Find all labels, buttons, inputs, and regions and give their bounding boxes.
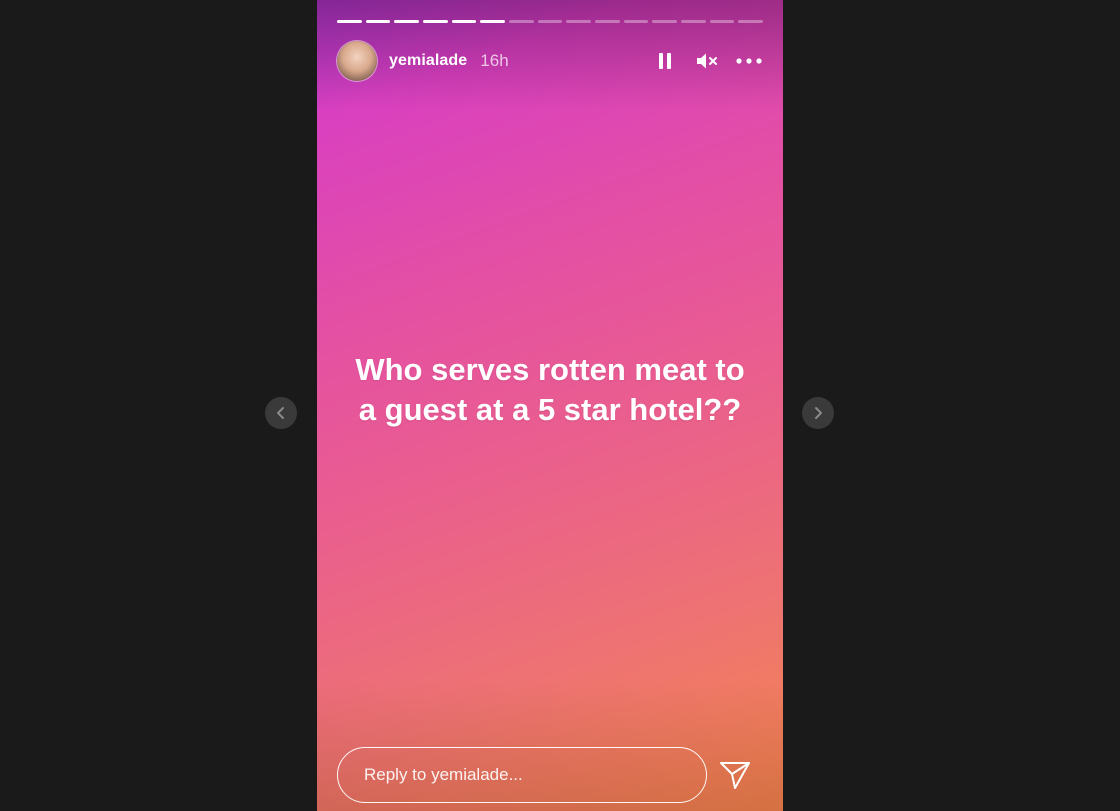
story-progress-segment	[595, 20, 620, 23]
story-progress-segment	[365, 20, 391, 23]
next-story-button[interactable]	[802, 397, 834, 429]
story-progress-segment	[566, 20, 592, 23]
reply-bar	[337, 745, 763, 805]
story-text: Who serves rotten meat to a guest at a 5…	[355, 352, 745, 427]
story-progress-segment	[480, 20, 506, 23]
reply-input[interactable]	[337, 747, 707, 803]
story-controls	[651, 47, 763, 75]
username[interactable]: yemialade	[389, 52, 467, 70]
story-progress-segment	[709, 20, 735, 23]
story-progress-segment	[623, 20, 649, 23]
story-progress-segment	[738, 20, 764, 23]
pause-icon	[659, 53, 671, 69]
previous-story-button[interactable]	[265, 397, 297, 429]
more-options-button[interactable]	[735, 47, 763, 75]
story-progress-segment	[537, 20, 563, 23]
more-options-icon	[736, 58, 762, 64]
chevron-right-icon	[815, 407, 822, 419]
story-progress-segment	[652, 20, 678, 23]
send-icon	[720, 762, 750, 789]
send-button[interactable]	[717, 757, 753, 793]
story-progress-bar	[337, 20, 764, 23]
story-progress-segment	[681, 20, 706, 23]
chevron-left-icon	[277, 407, 284, 419]
mute-icon	[697, 53, 717, 69]
story-frame[interactable]: yemialade 16h Who serves rotten meat to …	[317, 0, 783, 811]
story-header: yemialade 16h	[337, 40, 763, 82]
story-progress-segment	[423, 20, 448, 23]
story-progress-segment	[337, 20, 362, 23]
story-viewer: yemialade 16h Who serves rotten meat to …	[0, 0, 1120, 811]
story-progress-segment	[509, 20, 534, 23]
story-progress-segment	[394, 20, 420, 23]
story-progress-segment	[451, 20, 477, 23]
pause-button[interactable]	[651, 47, 679, 75]
avatar[interactable]	[337, 41, 377, 81]
mute-button[interactable]	[693, 47, 721, 75]
timestamp: 16h	[480, 51, 509, 70]
